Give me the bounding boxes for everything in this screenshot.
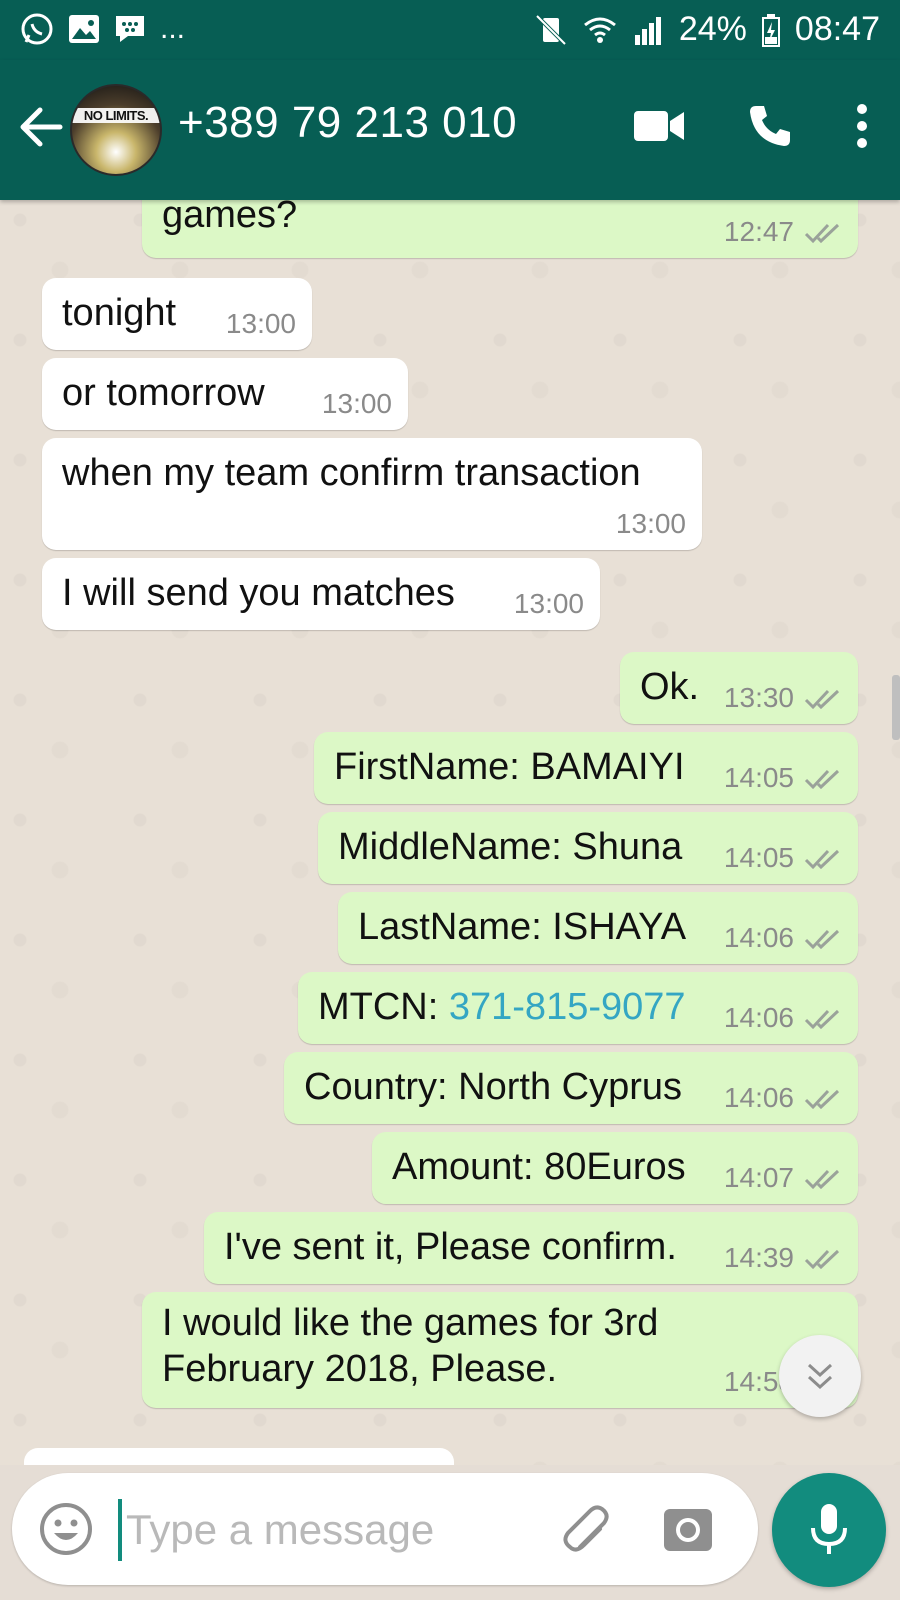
back-arrow-icon[interactable] xyxy=(18,104,64,150)
message-time: 13:00 xyxy=(615,508,686,539)
message-bubble[interactable]: Ok. 13:30 xyxy=(620,652,858,724)
double-check-icon xyxy=(804,849,840,870)
chat-header: NO LIMITS. +389 79 213 010 xyxy=(0,60,900,200)
battery-percent: 24% xyxy=(678,10,747,48)
message-time: 14:06 xyxy=(723,1002,794,1033)
emoji-icon[interactable] xyxy=(38,1501,94,1557)
whatsapp-icon xyxy=(21,13,53,45)
message-bubble[interactable]: tonight 13:00 xyxy=(42,278,312,350)
double-check-icon xyxy=(804,689,840,710)
message-text: tonight xyxy=(62,292,177,334)
message-time: 13:00 xyxy=(513,588,584,619)
message-bubble[interactable]: games? 12:47 xyxy=(142,200,858,258)
message-text: games? xyxy=(162,200,298,236)
message-time: 14:06 xyxy=(723,1082,794,1113)
status-bar: ... 24% 08:47 xyxy=(0,0,900,60)
double-check-icon xyxy=(804,769,840,790)
status-icons-left: ... xyxy=(20,12,185,46)
signal-icon xyxy=(634,16,661,45)
message-text: Ok. xyxy=(640,666,700,708)
double-check-icon xyxy=(804,1169,840,1190)
mic-icon xyxy=(811,1504,847,1554)
message-bubble[interactable]: Country: North Cyprus 14:06 xyxy=(284,1052,858,1124)
message-bubble[interactable]: MTCN: 371-815-9077 14:06 xyxy=(298,972,858,1044)
message-bubble[interactable]: FirstName: BAMAIYI 14:05 xyxy=(314,732,858,804)
message-bubble[interactable]: I will send you matches 13:00 xyxy=(42,558,600,630)
message-time: 13:00 xyxy=(321,388,392,419)
message-time: 14:05 xyxy=(723,842,794,873)
message-time: 13:30 xyxy=(723,682,794,713)
message-text: FirstName: BAMAIYI xyxy=(334,746,685,788)
message-bubble[interactable]: I would like the games for 3rd February … xyxy=(142,1292,858,1408)
message-bubble[interactable]: LastName: ISHAYA 14:06 xyxy=(338,892,858,964)
double-check-icon xyxy=(804,1009,840,1030)
message-text: or tomorrow xyxy=(62,372,265,414)
message-bubble[interactable]: when my team confirm transaction 13:00 xyxy=(42,438,702,550)
message-bubble[interactable]: or tomorrow 13:00 xyxy=(42,358,408,430)
double-check-icon xyxy=(804,1089,840,1110)
message-text: I would like the games for 3rd February … xyxy=(162,1300,658,1392)
text-cursor xyxy=(118,1499,122,1561)
message-text: Country: North Cyprus xyxy=(304,1066,683,1108)
message-time: 14:05 xyxy=(723,762,794,793)
mtcn-label: MTCN: xyxy=(318,986,449,1028)
battery-icon xyxy=(761,13,780,47)
attach-icon[interactable] xyxy=(560,1503,616,1559)
message-bubble[interactable]: I've sent it, Please confirm. 14:39 xyxy=(204,1212,858,1284)
more-notifications: ... xyxy=(160,12,186,45)
phone-icon[interactable] xyxy=(746,102,794,150)
double-chevron-down-icon xyxy=(807,1363,833,1390)
message-line-2: February 2018, Please. xyxy=(162,1348,558,1390)
clock: 08:47 xyxy=(794,10,880,48)
status-icons-right: 24% 08:47 xyxy=(533,10,880,49)
wifi-icon xyxy=(583,17,616,43)
double-check-icon xyxy=(804,929,840,950)
avatar[interactable]: NO LIMITS. xyxy=(70,84,162,176)
mute-icon xyxy=(535,14,567,45)
contact-name[interactable]: +389 79 213 010 xyxy=(178,98,517,148)
message-text: I will send you matches xyxy=(62,572,455,614)
message-text: Amount: 80Euros xyxy=(392,1146,686,1188)
message-time: 14:06 xyxy=(723,922,794,953)
scrollbar[interactable] xyxy=(892,675,900,740)
mtcn-number-link[interactable]: 371-815-9077 xyxy=(449,986,686,1028)
camera-icon[interactable] xyxy=(662,1503,714,1555)
message-text: MiddleName: Shuna xyxy=(338,826,683,868)
message-text: when my team confirm transaction xyxy=(62,452,641,494)
partial-message-bubble xyxy=(24,1448,454,1465)
message-time: 13:00 xyxy=(225,308,296,339)
header-actions xyxy=(632,102,870,150)
message-time: 14:07 xyxy=(723,1162,794,1193)
message-text: MTCN: 371-815-9077 xyxy=(318,986,686,1029)
gallery-icon xyxy=(69,15,99,43)
message-compose-bar xyxy=(12,1473,758,1585)
double-check-icon xyxy=(804,1249,840,1270)
mic-button[interactable] xyxy=(772,1473,886,1587)
message-text: I've sent it, Please confirm. xyxy=(224,1226,677,1268)
message-time: 14:39 xyxy=(723,1242,794,1273)
avatar-text: NO LIMITS. xyxy=(72,108,160,123)
chat-area[interactable]: games? 12:47 tonight 13:00 or tomorrow 1… xyxy=(0,200,900,1465)
double-check-icon xyxy=(804,223,840,244)
message-bubble[interactable]: Amount: 80Euros 14:07 xyxy=(372,1132,858,1204)
message-bubble[interactable]: MiddleName: Shuna 14:05 xyxy=(318,812,858,884)
message-line-1: I would like the games for 3rd xyxy=(162,1302,659,1344)
message-text: LastName: ISHAYA xyxy=(358,906,687,948)
scroll-to-bottom-button[interactable] xyxy=(779,1335,861,1417)
message-input[interactable] xyxy=(124,1493,548,1567)
video-call-icon[interactable] xyxy=(632,109,686,143)
more-vert-icon[interactable] xyxy=(854,103,870,149)
message-time: 12:47 xyxy=(723,216,794,247)
bbm-icon xyxy=(116,16,144,42)
